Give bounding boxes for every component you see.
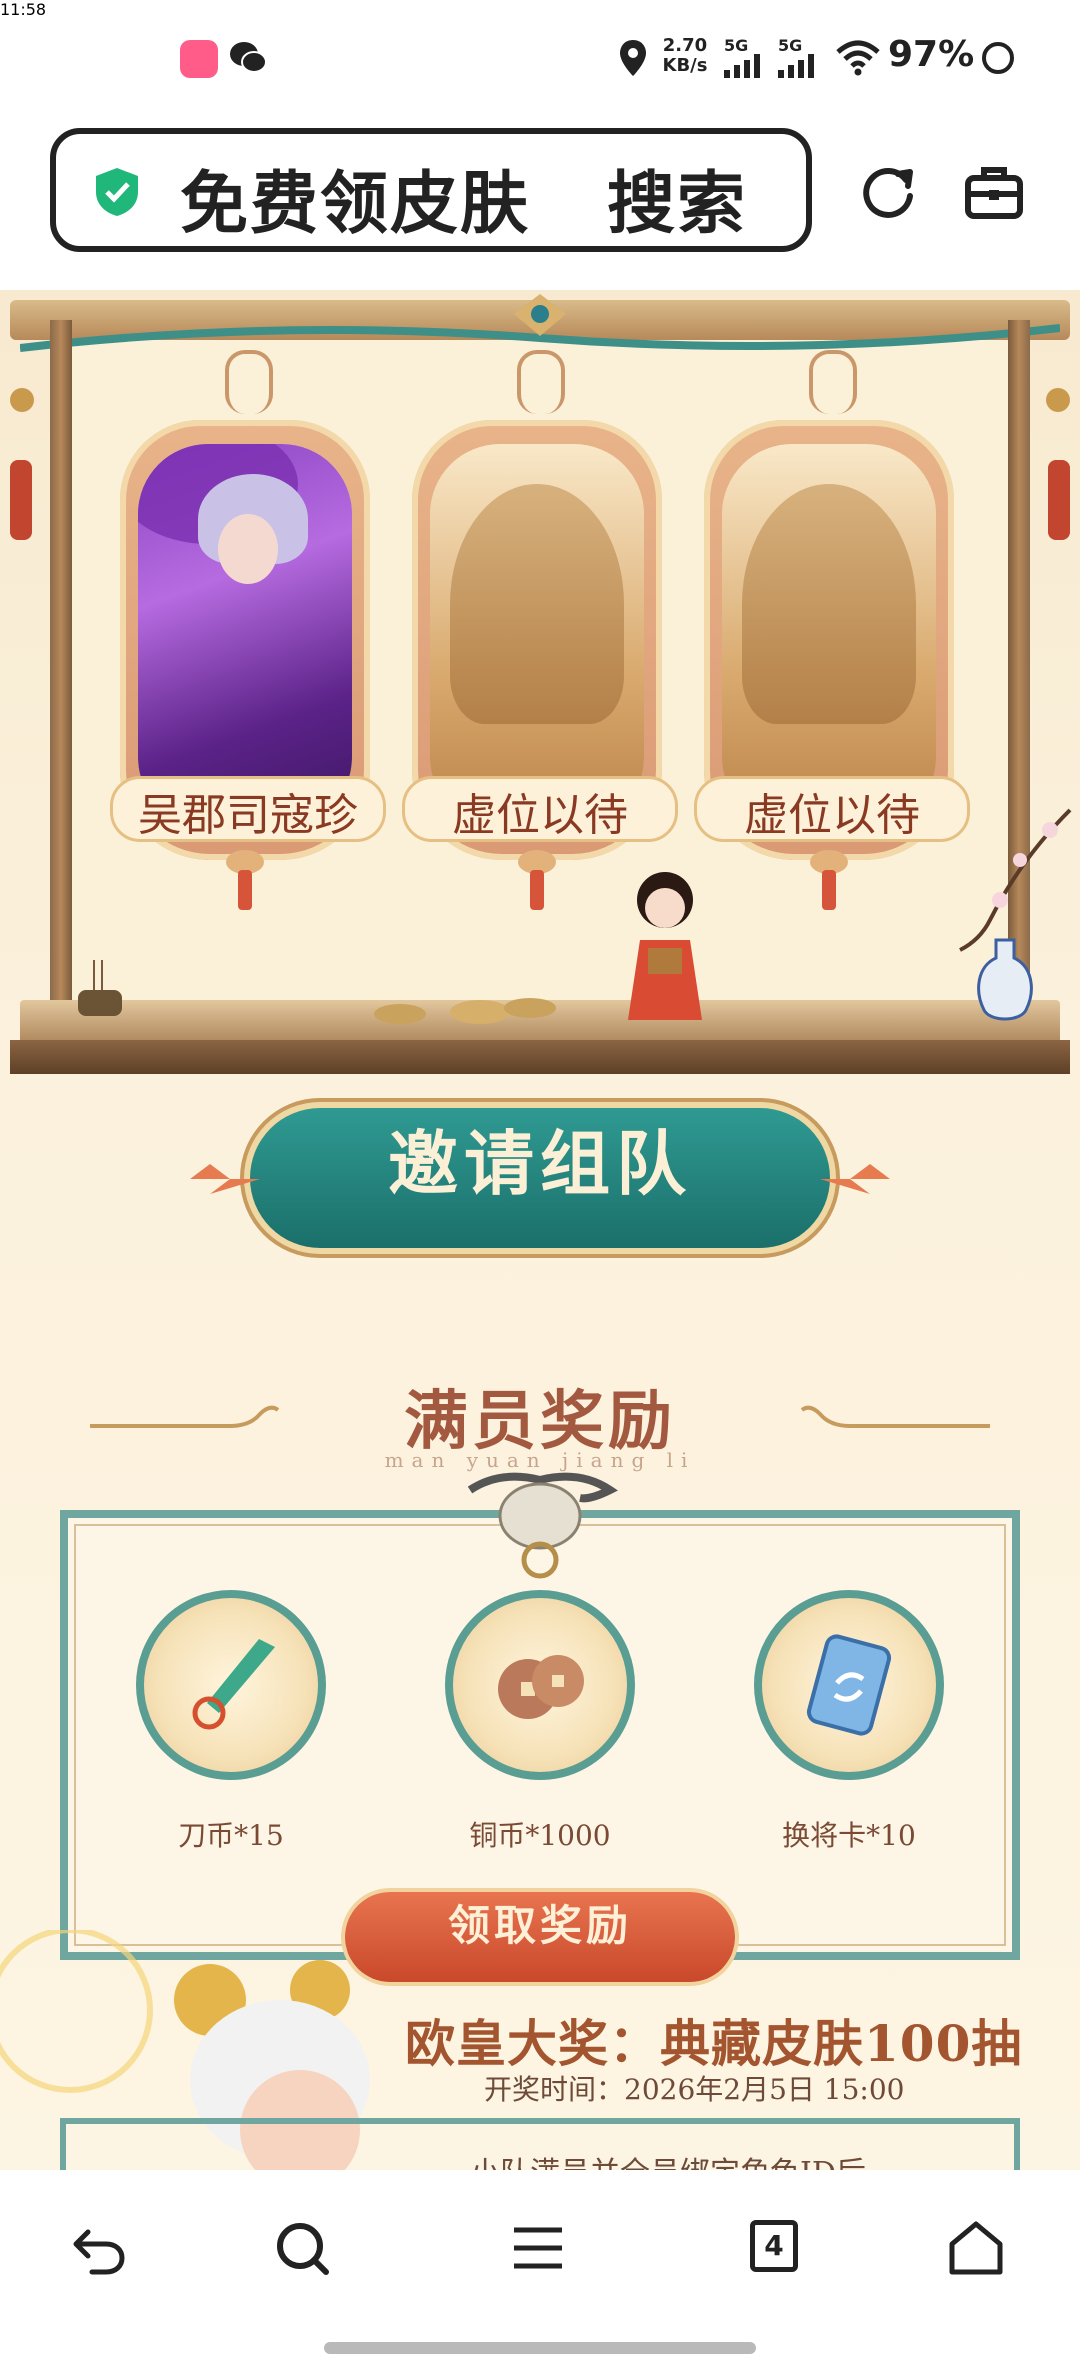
- wechat-icon: [230, 42, 267, 73]
- gem-ornament-icon: [514, 294, 566, 336]
- net-speed-value: 2.70: [662, 35, 708, 56]
- hero-slot-label: 吴郡司寇珍: [110, 776, 386, 842]
- menu-icon[interactable]: [508, 2218, 568, 2278]
- plum-blossom-branch-icon: [959, 808, 1072, 952]
- reward-item-1-label: 刀币*15: [178, 1819, 284, 1852]
- right-arrow-ornament-icon: [820, 1164, 890, 1194]
- location-icon: [620, 40, 646, 76]
- battery-percent: 97%: [888, 34, 975, 75]
- claim-button-label: 领取奖励: [447, 1901, 632, 1950]
- invite-team-button[interactable]: 邀请组队: [190, 1100, 890, 1256]
- home-icon[interactable]: [946, 2218, 1006, 2278]
- reward-item-1: [136, 1590, 326, 1780]
- chibi-character-icon: [628, 872, 702, 1020]
- sim2-label: 5G: [778, 36, 803, 55]
- hero-slot-label: 虚位以待: [402, 776, 678, 842]
- hero-slot-2[interactable]: 虚位以待: [402, 350, 678, 910]
- refresh-icon[interactable]: [856, 160, 920, 224]
- jade-blade-icon: [192, 1639, 275, 1730]
- invite-button-label: 邀请组队: [388, 1122, 692, 1205]
- reward-item-2: [445, 1590, 635, 1780]
- placeholder-silhouette: [742, 484, 916, 724]
- plaque-hanger: [225, 350, 273, 414]
- back-icon[interactable]: [70, 2218, 130, 2278]
- signal-icon-2: [778, 54, 814, 78]
- swap-card-icon: [806, 1634, 892, 1736]
- bilibili-app-icon: [180, 40, 218, 78]
- draw-time: 开奖时间：2026年2月5日 15:00: [484, 2073, 905, 2106]
- search-icon[interactable]: [272, 2218, 332, 2278]
- shelf-front: [10, 1040, 1070, 1074]
- hero-slot-3[interactable]: 虚位以待: [694, 350, 970, 910]
- plaque-hanger: [517, 350, 565, 414]
- plaque-tassel: [238, 870, 252, 910]
- grand-prize-title: 欧皇大奖：典藏皮肤100抽: [405, 2014, 1023, 2073]
- search-query-text[interactable]: 免费领皮肤 搜索: [180, 148, 747, 247]
- reward-item-3-label: 换将卡*10: [782, 1819, 916, 1852]
- battery-icon: [982, 42, 1014, 74]
- full-reward-pinyin: man yuan jiang li: [384, 1448, 696, 1472]
- sim1-label: 5G: [724, 36, 749, 55]
- right-tassel-icon: [1046, 388, 1070, 540]
- claim-reward-button[interactable]: 领取奖励: [345, 1892, 735, 1982]
- incense-burner-icon: [78, 960, 122, 1016]
- face-shape: [218, 514, 278, 584]
- left-tassel-icon: [10, 388, 34, 540]
- tabs-button[interactable]: 4: [750, 2220, 798, 2272]
- lion-door-knocker-icon: [467, 1472, 618, 1579]
- wifi-icon: [836, 40, 880, 76]
- hero-slot-1[interactable]: 吴郡司寇珍: [110, 350, 386, 910]
- plaque-tassel: [530, 870, 544, 910]
- plaque-tassel: [822, 870, 836, 910]
- copper-coins-icon: [498, 1655, 584, 1719]
- toolbox-icon[interactable]: [964, 162, 1024, 222]
- reward-item-2-label: 铜币*1000: [469, 1819, 611, 1852]
- security-shield-icon: [96, 168, 138, 216]
- frame-left-pillar: [50, 320, 72, 1020]
- network-speed: 2.70 KB/s: [660, 36, 710, 76]
- gesture-home-bar[interactable]: [324, 2342, 756, 2354]
- reward-item-3: [754, 1590, 944, 1780]
- signal-icon: [724, 54, 760, 78]
- placeholder-silhouette: [450, 484, 624, 724]
- plaque-hanger: [809, 350, 857, 414]
- net-speed-unit: KB/s: [662, 55, 708, 76]
- coins-decoration-icon: [374, 998, 556, 1024]
